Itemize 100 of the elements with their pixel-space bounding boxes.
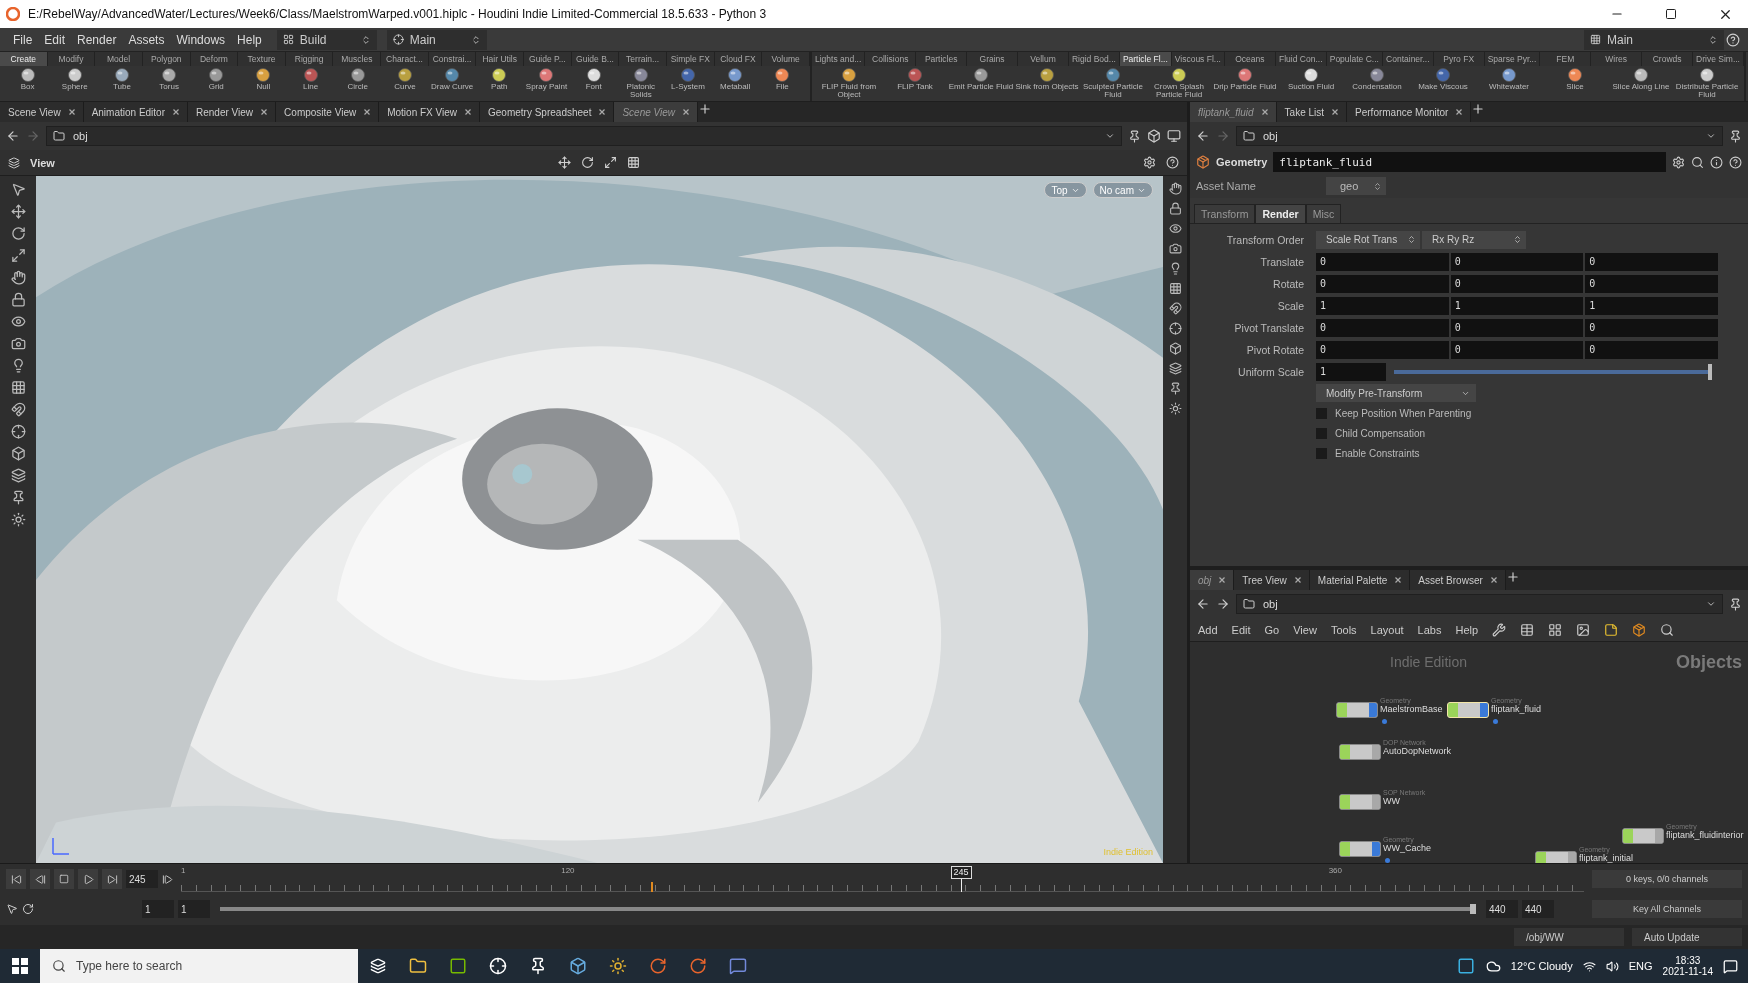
image-icon[interactable] [1576,622,1591,637]
pointer-icon[interactable] [6,903,18,915]
network-node[interactable] [1339,841,1381,857]
sun-icon[interactable] [1168,402,1182,415]
taskbar-search-field[interactable]: Type here to search [40,949,358,983]
ball-icon[interactable] [301,67,320,83]
node-name[interactable]: MaelstromBase [1380,703,1443,714]
pane-tab[interactable]: obj [1190,570,1235,590]
network-node[interactable] [1339,744,1381,760]
pane-tab[interactable]: Asset Browser [1410,570,1506,590]
eye-icon[interactable] [1168,222,1182,235]
search-icon[interactable] [1660,622,1675,637]
pane-tab[interactable]: Animation Editor [83,102,188,122]
path-field[interactable]: obj [1236,594,1723,614]
folder-tab[interactable]: Transform [1194,204,1256,223]
layout-icon[interactable] [282,34,294,45]
search-icon[interactable] [1691,155,1704,169]
ball-icon[interactable] [1566,67,1584,83]
tool-label[interactable]: Path [491,83,508,91]
pane-tab[interactable]: Tree View [1234,570,1310,590]
sun-icon[interactable] [10,512,26,527]
order-dropdown[interactable]: Rx Ry Rz [1422,230,1526,249]
rotate-icon[interactable] [10,226,26,241]
menu-item[interactable]: Help [1455,623,1479,636]
tool-label[interactable]: Sphere [61,83,88,91]
shelf-tab[interactable]: Container... [1382,52,1434,66]
tool-label[interactable]: Slice [1566,83,1584,91]
up-down-icon[interactable] [1373,181,1382,191]
cloud-icon[interactable] [1485,958,1501,974]
windows-logo-icon[interactable] [12,958,28,974]
tool-label[interactable]: Drip Particle Fluid [1213,83,1277,91]
help-icon[interactable] [1729,155,1742,169]
range-slider[interactable] [220,904,1476,914]
shelf-tab[interactable]: Polygon [142,52,191,66]
value-field[interactable]: 0 [1450,318,1584,337]
grid-icon[interactable] [1168,282,1182,295]
desktop-selector[interactable]: Main [1584,29,1724,50]
ball-icon[interactable] [1434,67,1452,83]
up-down-icon[interactable] [1708,34,1718,45]
sun-app-icon[interactable] [609,957,627,975]
close-icon[interactable] [68,109,75,115]
tool-label[interactable]: Sink from Objects [1015,83,1079,91]
checkbox[interactable] [1316,428,1327,439]
path-field[interactable]: obj [1236,126,1723,146]
pane-tab[interactable]: Motion FX View [379,102,480,122]
slider-thumb[interactable] [1708,363,1712,380]
settings-icon[interactable] [1143,156,1156,169]
ball-icon[interactable] [65,67,84,83]
scale-icon[interactable] [603,156,617,169]
move-icon[interactable] [10,204,26,219]
shelf-tab[interactable]: Simple FX [666,52,715,66]
crosshair-icon[interactable] [10,424,26,439]
shelf-tab[interactable]: Wires [1591,52,1643,66]
shelf-tab[interactable]: Sparse Pyr... [1484,52,1541,66]
shelf-tab[interactable]: Oceans [1224,52,1276,66]
node-name[interactable]: WW_Cache [1383,842,1431,853]
tool-label[interactable]: Sculpted Particle Fluid [1080,83,1146,99]
tool-label[interactable]: Font [585,83,602,91]
back-icon[interactable] [1196,129,1210,143]
clock-date[interactable]: 2021-11-14 [1662,966,1713,977]
clock-time[interactable]: 18:33 [1675,955,1701,966]
shelf-tab[interactable]: Particle Fl... [1119,52,1172,66]
range-field[interactable]: 440 [1522,900,1554,918]
value-field[interactable]: 1 [1316,362,1386,381]
tool-label[interactable]: Tube [112,83,131,91]
ball-icon[interactable] [112,67,131,83]
tool-label[interactable]: Circle [347,83,368,91]
settings-icon[interactable] [1672,155,1685,169]
up-down-icon[interactable] [1513,235,1522,244]
folder-tab[interactable]: Misc [1305,204,1342,223]
value-field[interactable]: 1 [1585,296,1718,315]
folder-icon[interactable] [409,957,427,975]
caret-icon[interactable] [1706,131,1716,141]
tool-label[interactable]: Make Viscous [1418,83,1468,91]
pane-tab[interactable]: Scene View [0,102,84,122]
shelf-tab[interactable]: Vellum [1018,52,1069,66]
shelf-tab[interactable]: Populate C... [1326,52,1383,66]
menu-item[interactable]: Labs [1417,623,1442,636]
grid-icon[interactable] [10,380,26,395]
value-field[interactable]: 0 [1585,318,1718,337]
ball-icon[interactable] [1632,67,1650,83]
shelf-tab[interactable]: Rigid Bod... [1068,52,1120,66]
checkbox[interactable] [1316,408,1327,419]
wifi-icon[interactable] [1582,959,1596,973]
back-icon[interactable] [1196,597,1210,611]
tool-label[interactable]: Crown Splash Particle Fluid [1146,83,1212,99]
menu-item[interactable]: View [1293,623,1317,636]
ball-icon[interactable] [726,67,745,83]
camera-icon[interactable] [1168,242,1182,255]
tool-label[interactable]: Box [20,83,35,91]
ball-icon[interactable] [906,67,924,83]
shelf-tab[interactable]: Model [95,52,143,66]
rotate-icon[interactable] [580,156,594,169]
tool-label[interactable]: Line [303,83,319,91]
close-icon[interactable] [261,109,268,115]
close-icon[interactable] [465,109,471,115]
ball-icon[interactable] [443,67,462,83]
range-field[interactable]: 440 [1486,900,1518,918]
close-icon[interactable] [599,109,606,115]
chat-app-icon[interactable] [729,957,747,975]
